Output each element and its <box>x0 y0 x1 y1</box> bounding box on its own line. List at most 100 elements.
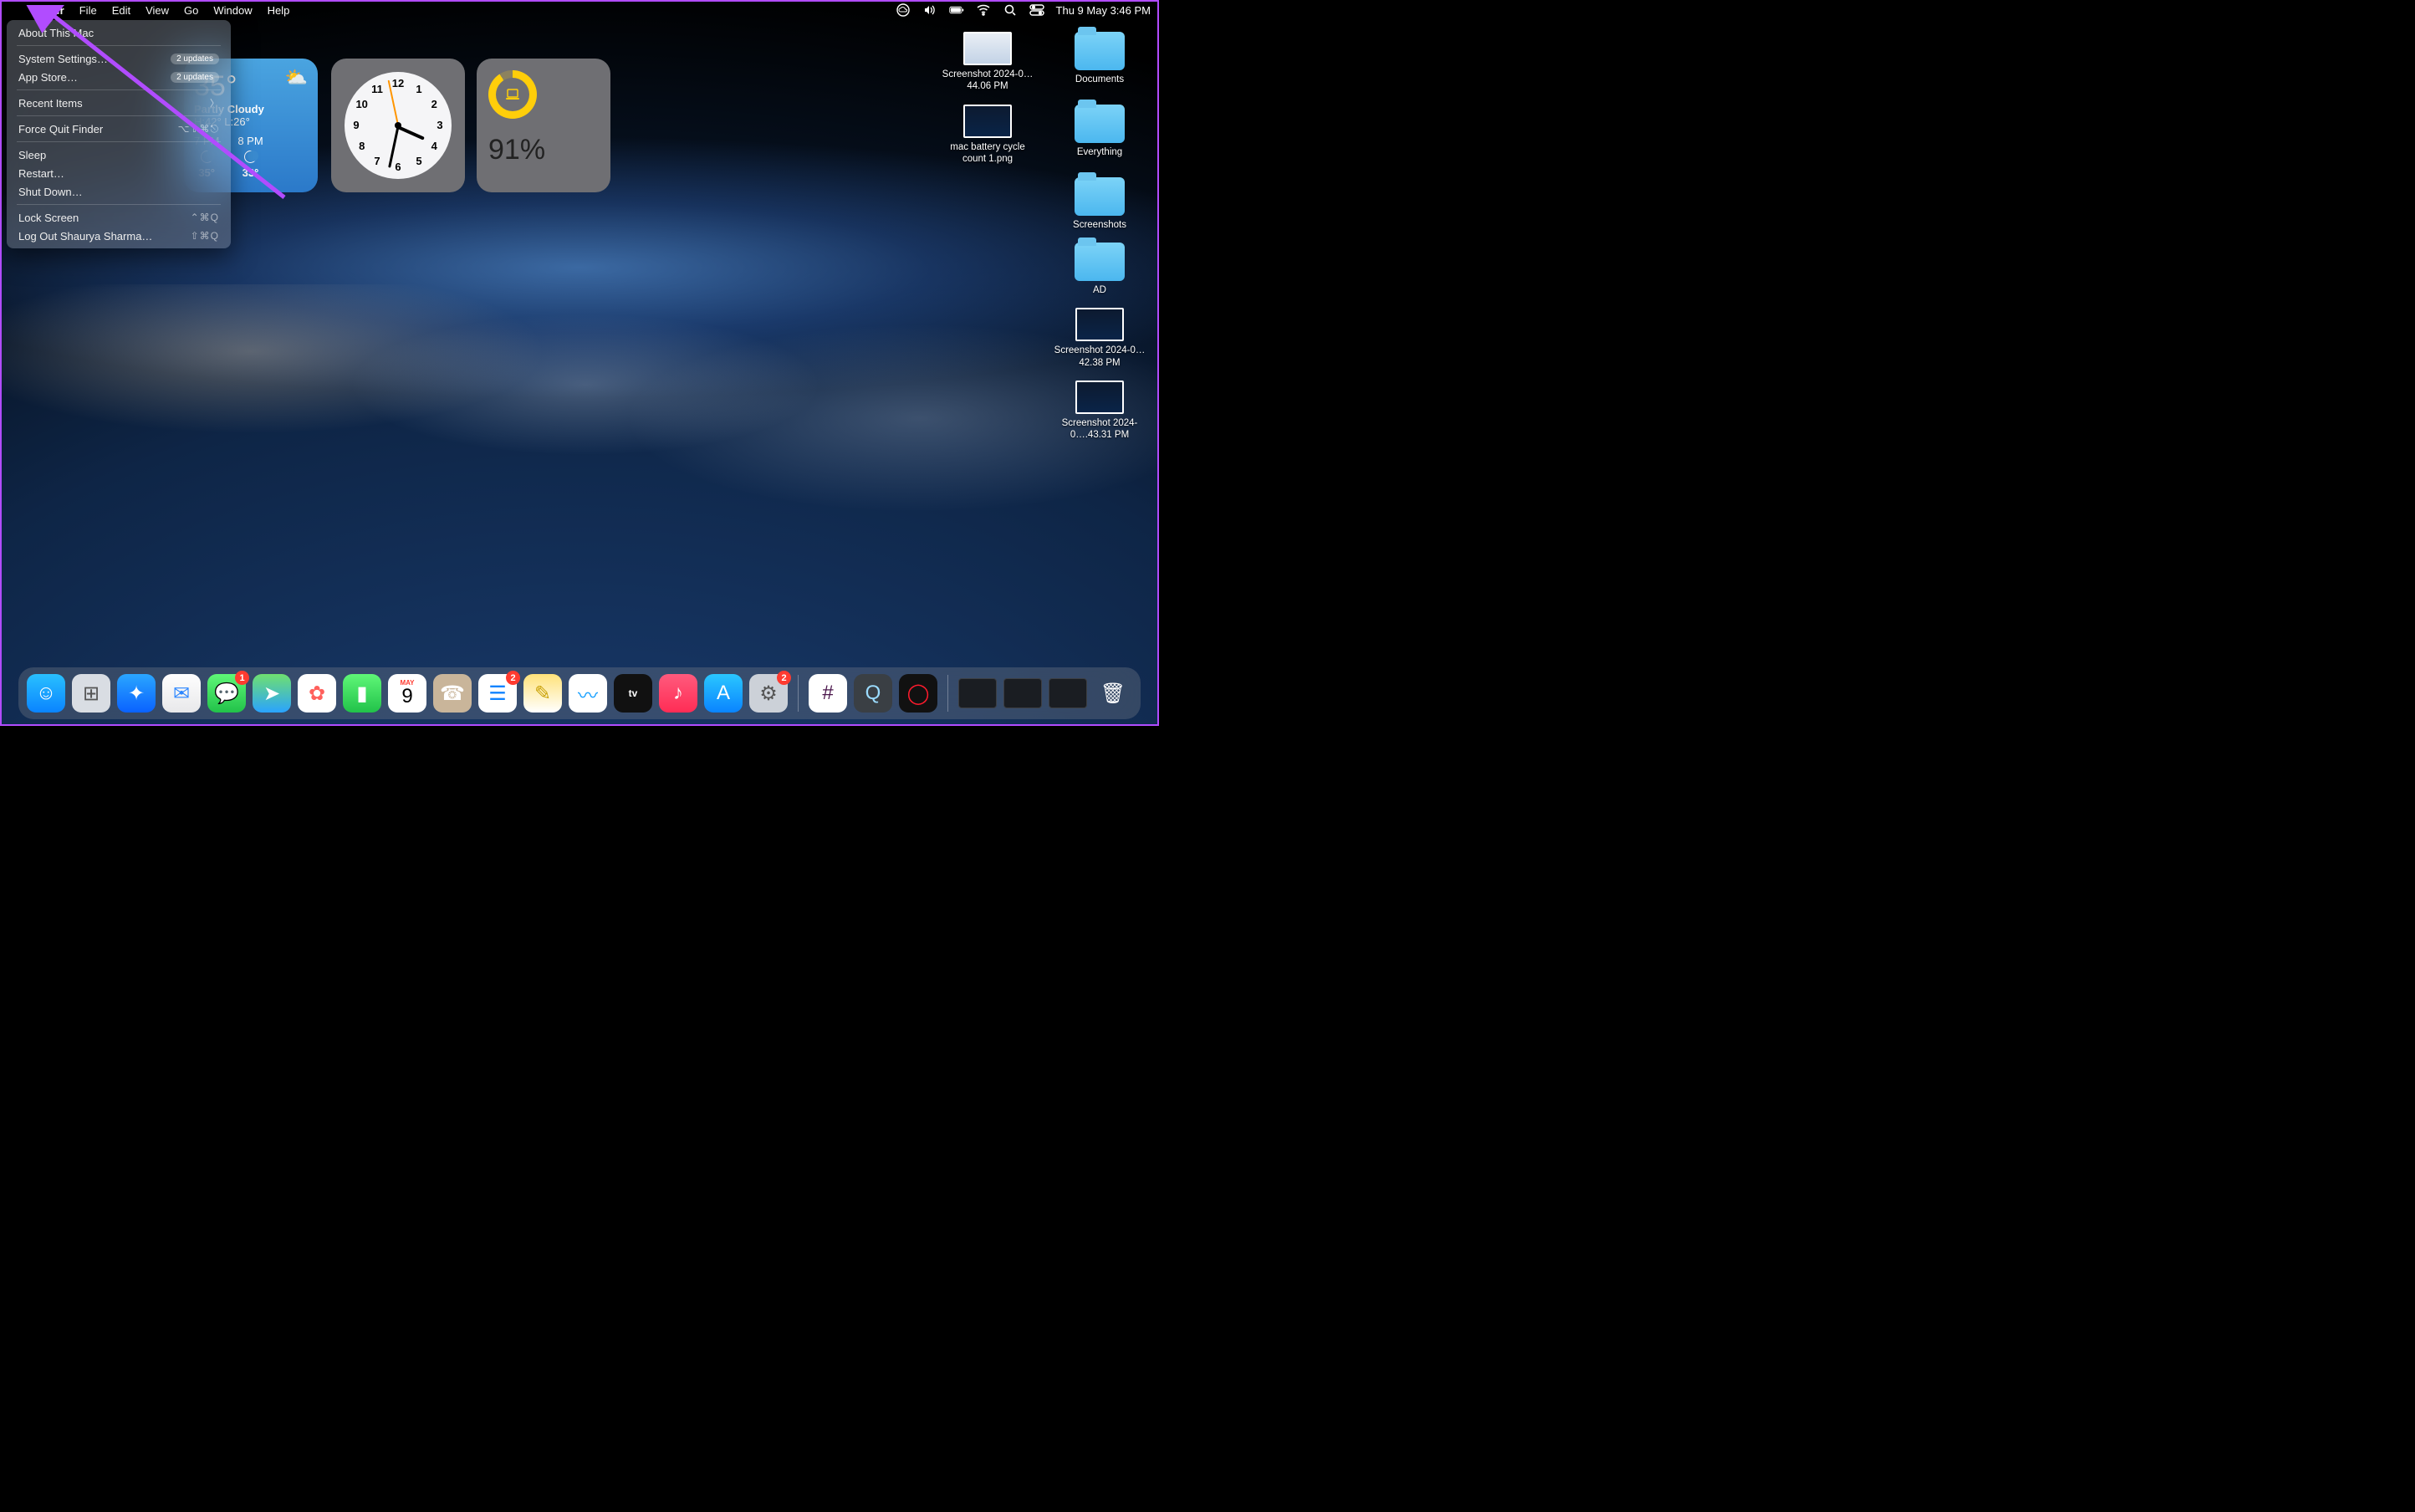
desktop-item[interactable]: Screenshot 2024-0….43.31 PM <box>1054 381 1146 442</box>
dock-badge: 2 <box>777 671 791 685</box>
dock-contacts[interactable]: ☎ <box>433 674 472 713</box>
folder-icon <box>1075 243 1125 281</box>
clock-number: 9 <box>349 119 364 131</box>
creative-cloud-icon[interactable] <box>896 3 911 18</box>
dock-trash[interactable]: 🗑 <box>1094 674 1132 713</box>
dock-freeform[interactable]: 〰 <box>569 674 607 713</box>
dock-calendar[interactable]: MAY9 <box>388 674 426 713</box>
menu-recent-items[interactable]: Recent Items〉 <box>10 94 227 112</box>
menu-appstore-label: App Store… <box>18 71 78 84</box>
dock-finder[interactable]: ☺ <box>27 674 65 713</box>
menu-forcequit-label: Force Quit Finder <box>18 123 103 135</box>
clock-face: 121234567891011 <box>345 72 452 179</box>
dock-mail[interactable]: ✉ <box>162 674 201 713</box>
dock-opera[interactable]: ◯ <box>899 674 937 713</box>
folder-icon <box>1075 32 1125 70</box>
dock-facetime[interactable]: ▮ <box>343 674 381 713</box>
dock-tv[interactable]: tv <box>614 674 652 713</box>
clock-number: 12 <box>391 77 406 89</box>
apple-menu-button[interactable] <box>8 0 23 20</box>
dock: ☺⊞✦✉💬1➤✿▮MAY9☎☰2✎〰tv♪A⚙2 #Q◯ 🗑 <box>18 667 1141 719</box>
file-thumbnail-icon <box>963 105 1012 138</box>
battery-ring <box>488 70 537 119</box>
dock-appstore[interactable]: A <box>704 674 743 713</box>
dock-maps[interactable]: ➤ <box>253 674 291 713</box>
desktop-item[interactable]: mac battery cycle count 1.png <box>942 105 1034 166</box>
dock-separator <box>798 675 799 712</box>
dock-quicktime[interactable]: Q <box>854 674 892 713</box>
menu-force-quit[interactable]: Force Quit Finder ⌥⇧⌘⎋ <box>10 120 227 138</box>
menu-shutdown-label: Shut Down… <box>18 186 83 198</box>
desktop-item-label: Everything <box>1077 146 1122 158</box>
menu-app-store[interactable]: App Store… 2 updates <box>10 68 227 86</box>
clock-number: 10 <box>355 98 370 110</box>
menu-sleep-label: Sleep <box>18 149 46 161</box>
desktop-item[interactable]: Everything <box>1054 105 1146 166</box>
clock-widget[interactable]: 121234567891011 <box>331 59 465 192</box>
desktop-item[interactable]: Screenshots <box>1054 177 1146 231</box>
menu-logout[interactable]: Log Out Shaurya Sharma…⇧⌘Q <box>10 227 227 245</box>
weather-h1-temp: 33° <box>237 166 263 179</box>
menubar-app-name[interactable]: Finder <box>23 0 72 20</box>
battery-icon[interactable] <box>949 3 964 18</box>
clock-pin <box>395 122 401 129</box>
dock-badge: 1 <box>235 671 249 685</box>
menu-separator <box>17 89 221 90</box>
desktop-item[interactable]: AD <box>1054 243 1146 296</box>
spotlight-icon[interactable] <box>1003 3 1018 18</box>
desktop-item[interactable]: Screenshot 2024-0…44.06 PM <box>942 32 1034 93</box>
menu-view[interactable]: View <box>138 0 176 20</box>
dock-reminders[interactable]: ☰2 <box>478 674 517 713</box>
desktop-item[interactable]: Screenshot 2024-0…42.38 PM <box>1054 308 1146 369</box>
dock-thumb1[interactable] <box>958 674 997 713</box>
desktop-item-label: Screenshot 2024-0…42.38 PM <box>1054 345 1146 369</box>
menu-logout-label: Log Out Shaurya Sharma… <box>18 230 152 243</box>
forcequit-shortcut: ⌥⇧⌘⎋ <box>178 123 219 135</box>
appstore-update-badge: 2 updates <box>171 72 219 83</box>
clock-number: 1 <box>411 83 426 95</box>
desktop-item-label: AD <box>1093 284 1106 296</box>
dock-thumb3[interactable] <box>1049 674 1087 713</box>
menu-about-mac[interactable]: About This Mac <box>10 23 227 42</box>
volume-icon[interactable] <box>922 3 937 18</box>
menu-restart[interactable]: Restart… <box>10 164 227 182</box>
menu-file[interactable]: File <box>72 0 105 20</box>
control-center-icon[interactable] <box>1029 3 1044 18</box>
desktop-item-label: mac battery cycle count 1.png <box>942 141 1034 166</box>
menubar-datetime[interactable]: Thu 9 May 3:46 PM <box>1056 0 1151 20</box>
dock-launchpad[interactable]: ⊞ <box>72 674 110 713</box>
menu-sleep[interactable]: Sleep <box>10 146 227 164</box>
clock-number: 7 <box>370 155 385 167</box>
menu-edit[interactable]: Edit <box>105 0 138 20</box>
menu-separator <box>17 204 221 205</box>
dock-photos[interactable]: ✿ <box>298 674 336 713</box>
menubar: Finder File Edit View Go Window Help Thu… <box>0 0 1159 20</box>
menu-go[interactable]: Go <box>176 0 206 20</box>
menu-about-label: About This Mac <box>18 27 94 39</box>
menu-system-settings[interactable]: System Settings…2 updates <box>10 49 227 68</box>
clock-number: 11 <box>370 83 385 95</box>
dock-slack[interactable]: # <box>809 674 847 713</box>
desktop-item[interactable]: Documents <box>1054 32 1146 93</box>
dock-messages[interactable]: 💬1 <box>207 674 246 713</box>
menu-shutdown[interactable]: Shut Down… <box>10 182 227 201</box>
dock-safari[interactable]: ✦ <box>117 674 156 713</box>
clock-number: 2 <box>426 98 442 110</box>
menu-lock-label: Lock Screen <box>18 212 79 224</box>
dock-thumb2[interactable] <box>1003 674 1042 713</box>
menu-help[interactable]: Help <box>260 0 298 20</box>
clock-number: 3 <box>432 119 447 131</box>
menu-window[interactable]: Window <box>206 0 259 20</box>
dock-minimized-window <box>1049 678 1087 708</box>
menu-lock-screen[interactable]: Lock Screen ⌃⌘Q <box>10 208 227 227</box>
clock-number: 4 <box>426 140 442 152</box>
dock-settings[interactable]: ⚙2 <box>749 674 788 713</box>
wifi-icon[interactable] <box>976 3 991 18</box>
dock-separator <box>947 675 948 712</box>
dock-minimized-window <box>1003 678 1042 708</box>
dock-music[interactable]: ♪ <box>659 674 697 713</box>
laptop-icon <box>505 89 520 100</box>
dock-notes[interactable]: ✎ <box>523 674 562 713</box>
battery-widget[interactable]: 91% <box>477 59 610 192</box>
lock-shortcut: ⌃⌘Q <box>191 212 219 223</box>
